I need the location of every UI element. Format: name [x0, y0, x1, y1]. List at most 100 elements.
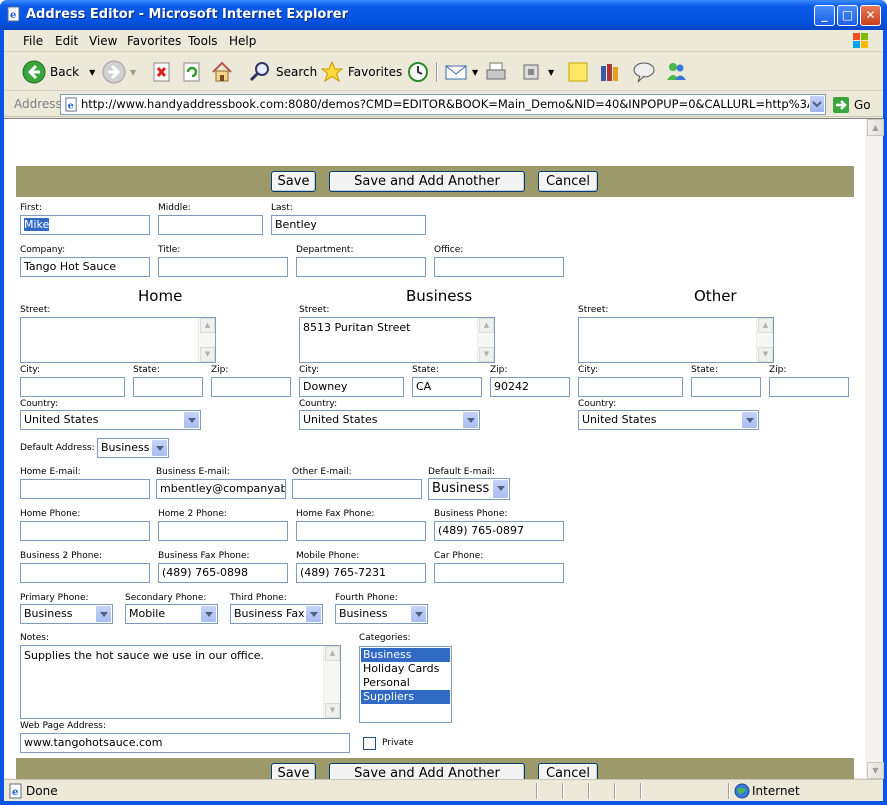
fourth-phone-select[interactable]: Business	[335, 604, 428, 624]
other-city-input[interactable]	[578, 377, 683, 397]
car-phone-input[interactable]	[434, 563, 564, 583]
mail-button[interactable]: ▼	[444, 59, 478, 85]
scroll-down-icon[interactable]: ▼	[325, 703, 340, 718]
scroll-down-icon[interactable]: ▼	[758, 347, 773, 362]
web-page-input[interactable]: www.tangohotsauce.com	[20, 733, 350, 753]
menu-tools[interactable]: Tools	[188, 34, 218, 48]
search-button[interactable]: Search	[248, 59, 317, 85]
other-street-textarea[interactable]: ▲ ▼	[578, 317, 774, 363]
department-input[interactable]	[296, 257, 426, 277]
notes-scrollbar[interactable]: ▲ ▼	[323, 646, 340, 718]
favorites-button[interactable]: Favorites	[320, 59, 402, 85]
business2-phone-input[interactable]	[20, 563, 150, 583]
messenger-button[interactable]	[664, 59, 692, 85]
scroll-up-icon[interactable]: ▲	[200, 318, 215, 333]
home-button[interactable]	[210, 59, 238, 85]
category-item-personal[interactable]: Personal	[361, 676, 450, 690]
address-input[interactable]: e http://www.handyaddressbook.com:8080/d…	[60, 94, 826, 115]
home-phone-input[interactable]	[20, 521, 150, 541]
edit-button[interactable]: ▼	[520, 59, 554, 85]
other-state-input[interactable]	[691, 377, 761, 397]
refresh-button[interactable]	[180, 59, 208, 85]
chevron-down-icon[interactable]	[741, 411, 758, 429]
menu-file[interactable]: File	[23, 34, 43, 48]
first-name-input[interactable]: Mike	[20, 215, 150, 235]
categories-listbox[interactable]: Business Holiday Cards Personal Supplier…	[359, 646, 452, 723]
category-item-holiday-cards[interactable]: Holiday Cards	[361, 662, 450, 676]
history-button[interactable]	[406, 59, 434, 85]
business-country-select[interactable]: United States	[299, 410, 480, 430]
other-country-select[interactable]: United States	[578, 410, 759, 430]
save-button[interactable]: Save	[271, 171, 316, 192]
default-address-select[interactable]: Business	[97, 438, 169, 458]
stop-button[interactable]	[150, 59, 178, 85]
chevron-down-icon[interactable]	[492, 479, 509, 499]
secondary-phone-select[interactable]: Mobile	[125, 604, 218, 624]
home-street-textarea[interactable]: ▲ ▼	[20, 317, 216, 363]
scroll-up-icon[interactable]: ▲	[758, 318, 773, 333]
notes-textarea[interactable]: Supplies the hot sauce we use in our off…	[20, 645, 341, 719]
discuss-button[interactable]	[566, 59, 594, 85]
chevron-down-icon[interactable]	[183, 411, 200, 429]
close-button[interactable]: ✕	[860, 5, 881, 26]
business-phone-input[interactable]: (489) 765-0897	[434, 521, 564, 541]
company-input[interactable]: Tango Hot Sauce	[20, 257, 150, 277]
other-zip-input[interactable]	[769, 377, 849, 397]
forward-button[interactable]: ▼	[102, 59, 136, 85]
address-dropdown[interactable]	[809, 95, 825, 113]
scroll-up-icon[interactable]: ▲	[867, 119, 884, 136]
chevron-down-icon[interactable]	[200, 605, 217, 623]
other-email-input[interactable]	[292, 479, 422, 499]
home-zip-input[interactable]	[211, 377, 291, 397]
home-state-input[interactable]	[133, 377, 203, 397]
business-street-scrollbar[interactable]: ▲ ▼	[477, 318, 494, 362]
chevron-down-icon[interactable]	[305, 605, 322, 623]
scroll-down-icon[interactable]: ▼	[200, 347, 215, 362]
private-checkbox[interactable]	[363, 737, 376, 750]
business-email-input[interactable]: mbentley@companyabc.c	[156, 479, 286, 499]
business-zip-input[interactable]: 90242	[490, 377, 570, 397]
forward-dropdown-icon[interactable]: ▼	[130, 68, 136, 77]
go-button[interactable]: Go	[832, 96, 871, 114]
mail-dropdown-icon[interactable]: ▼	[472, 68, 478, 77]
category-item-suppliers[interactable]: Suppliers	[361, 690, 450, 704]
scroll-down-icon[interactable]: ▼	[479, 347, 494, 362]
primary-phone-select[interactable]: Business	[20, 604, 113, 624]
scroll-up-icon[interactable]: ▲	[479, 318, 494, 333]
scroll-down-icon[interactable]: ▼	[867, 762, 884, 779]
home2-phone-input[interactable]	[158, 521, 288, 541]
default-email-select[interactable]: Business	[428, 478, 510, 500]
last-name-input[interactable]: Bentley	[271, 215, 426, 235]
edit-dropdown-icon[interactable]: ▼	[548, 68, 554, 77]
menu-edit[interactable]: Edit	[55, 34, 78, 48]
menu-favorites[interactable]: Favorites	[127, 34, 181, 48]
home-fax-input[interactable]	[296, 521, 426, 541]
chevron-down-icon[interactable]	[95, 605, 112, 623]
category-item-business[interactable]: Business	[361, 648, 450, 662]
page-scrollbar[interactable]: ▲ ▼	[866, 119, 884, 779]
business-fax-input[interactable]: (489) 765-0898	[158, 563, 288, 583]
business-state-input[interactable]: CA	[412, 377, 482, 397]
title-input[interactable]	[158, 257, 288, 277]
title-bar[interactable]: e Address Editor - Microsoft Internet Ex…	[0, 0, 887, 30]
print-button[interactable]	[484, 59, 512, 85]
home-country-select[interactable]: United States	[20, 410, 201, 430]
home-street-scrollbar[interactable]: ▲ ▼	[198, 318, 215, 362]
home-city-input[interactable]	[20, 377, 125, 397]
research-button[interactable]	[598, 59, 626, 85]
middle-name-input[interactable]	[158, 215, 263, 235]
business-city-input[interactable]: Downey	[299, 377, 404, 397]
third-phone-select[interactable]: Business Fax	[230, 604, 323, 624]
other-street-scrollbar[interactable]: ▲ ▼	[756, 318, 773, 362]
business-street-textarea[interactable]: 8513 Puritan Street ▲ ▼	[299, 317, 495, 363]
back-button[interactable]: Back ▼	[22, 59, 95, 85]
mobile-phone-input[interactable]: (489) 765-7231	[296, 563, 426, 583]
scroll-up-icon[interactable]: ▲	[325, 646, 340, 661]
messenger-chat-button[interactable]	[632, 59, 660, 85]
back-dropdown-icon[interactable]: ▼	[89, 68, 95, 77]
minimize-button[interactable]: _	[814, 5, 835, 26]
cancel-button[interactable]: Cancel	[538, 171, 598, 192]
chevron-down-icon[interactable]	[151, 439, 168, 457]
home-email-input[interactable]	[20, 479, 150, 499]
office-input[interactable]	[434, 257, 564, 277]
